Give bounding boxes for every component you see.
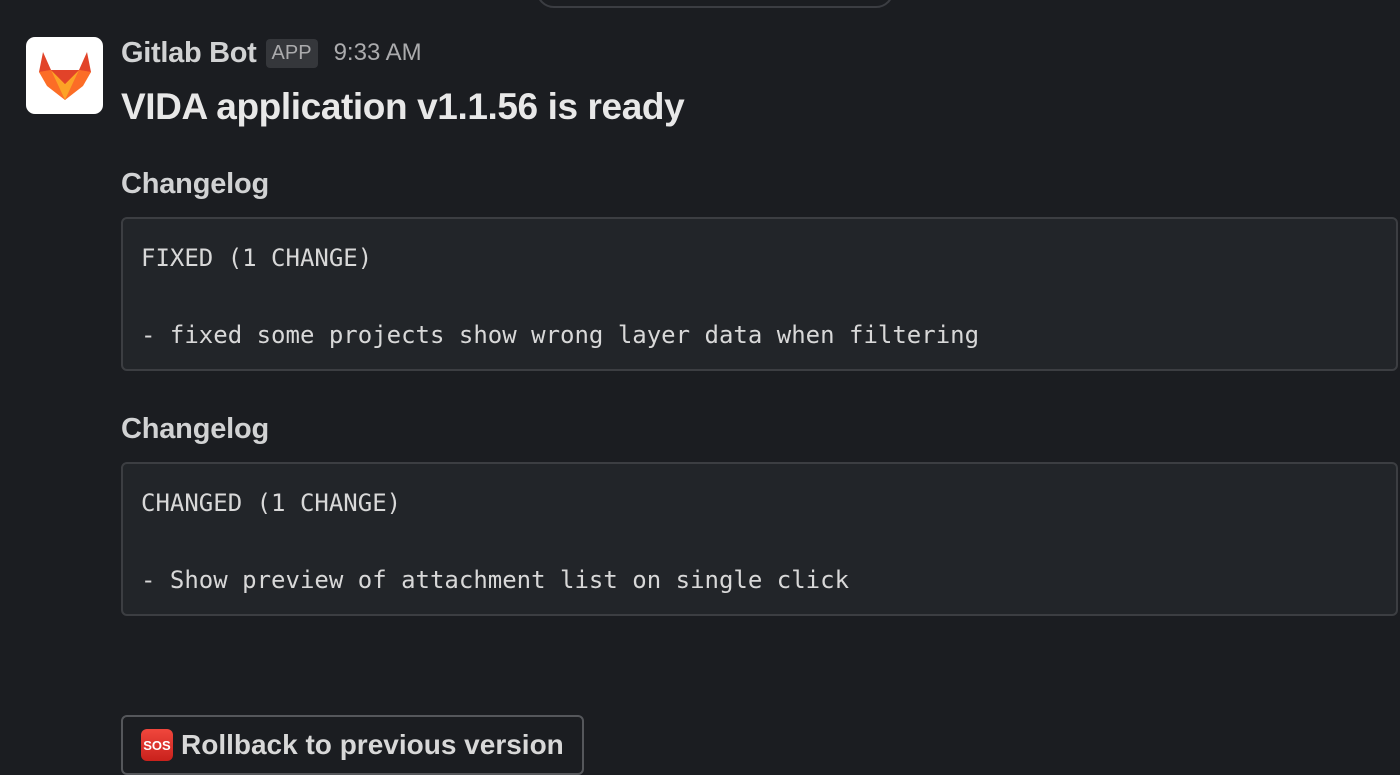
rollback-button-label: Rollback to previous version xyxy=(181,729,564,760)
avatar[interactable] xyxy=(26,37,103,114)
changelog-code-block: FIXED (1 CHANGE) - fixed some projects s… xyxy=(121,217,1398,371)
message-content: Gitlab Bot APP 9:33 AM VIDA application … xyxy=(121,30,1400,775)
code-line: - Show preview of attachment list on sin… xyxy=(141,566,850,594)
gitlab-logo-icon xyxy=(38,51,91,100)
new-messages-pill[interactable] xyxy=(536,0,894,8)
message-title: VIDA application v1.1.56 is ready xyxy=(121,86,685,127)
sos-icon: SOS xyxy=(141,729,173,761)
code-line: - fixed some projects show wrong layer d… xyxy=(141,321,980,349)
changelog-heading: Changelog xyxy=(121,168,270,200)
sender-name[interactable]: Gitlab Bot xyxy=(121,37,257,70)
changelog-code-block: CHANGED (1 CHANGE) - Show preview of att… xyxy=(121,462,1398,616)
timestamp[interactable]: 9:33 AM xyxy=(334,39,422,67)
app-badge: APP xyxy=(265,38,318,68)
code-line: CHANGED (1 CHANGE) xyxy=(141,489,402,517)
changelog-heading: Changelog xyxy=(121,413,270,445)
rollback-button[interactable]: SOS Rollback to previous version xyxy=(121,715,584,775)
code-line: FIXED (1 CHANGE) xyxy=(141,244,373,272)
message-header: Gitlab Bot APP 9:33 AM xyxy=(121,30,1400,76)
